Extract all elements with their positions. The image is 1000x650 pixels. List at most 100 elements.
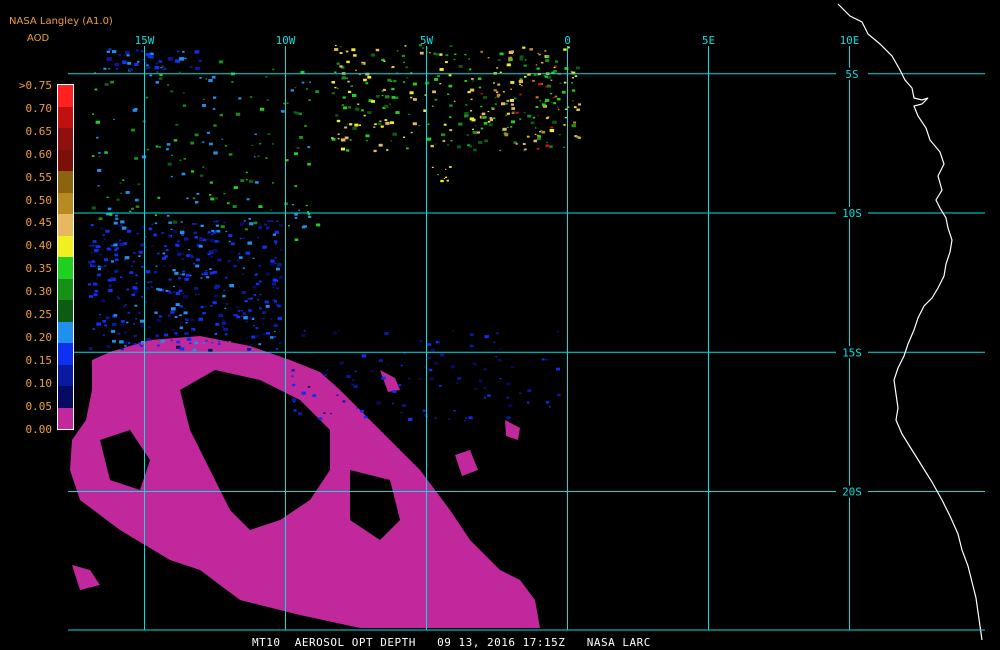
aerosol-pixel bbox=[155, 334, 160, 338]
aerosol-pixel bbox=[166, 143, 171, 146]
aerosol-pixel bbox=[181, 252, 184, 255]
aerosol-pixel bbox=[213, 151, 218, 155]
aerosol-pixel bbox=[112, 339, 116, 343]
aerosol-pixel bbox=[470, 333, 474, 336]
aerosol-pixel bbox=[221, 138, 224, 140]
aerosol-pixel bbox=[483, 387, 487, 390]
aerosol-pixel bbox=[148, 227, 153, 231]
aerosol-pixel bbox=[537, 137, 541, 141]
aerosol-pixel bbox=[277, 317, 283, 321]
aerosol-pixel bbox=[312, 394, 317, 397]
aerosol-pixel bbox=[391, 66, 394, 69]
aerosol-pixel bbox=[222, 326, 224, 328]
aerosol-pixel bbox=[238, 256, 243, 259]
aerosol-pixel bbox=[506, 396, 510, 399]
aerosol-pixel bbox=[468, 416, 473, 420]
longitude-label: 10W bbox=[276, 34, 296, 47]
aerosol-pixel bbox=[544, 101, 547, 103]
aerosol-pixel bbox=[443, 178, 446, 179]
aerosol-pixel bbox=[220, 225, 225, 229]
aerosol-pixel bbox=[294, 87, 297, 89]
aerosol-pixel bbox=[557, 393, 561, 397]
aerosol-pixel bbox=[393, 80, 397, 83]
legend-swatch bbox=[58, 149, 73, 171]
aerosol-pixel bbox=[262, 317, 265, 320]
aerosol-pixel bbox=[198, 244, 203, 248]
aerosol-pixel bbox=[246, 321, 248, 323]
legend-swatch bbox=[58, 171, 73, 193]
aerosol-pixel bbox=[210, 197, 215, 201]
aerosol-pixel bbox=[469, 344, 474, 348]
aerosol-pixel bbox=[294, 185, 298, 188]
aerosol-pixel bbox=[266, 99, 269, 101]
aerosol-pixel bbox=[90, 251, 93, 254]
aerosol-pixel bbox=[215, 224, 219, 227]
aerosol-pixel bbox=[179, 305, 183, 308]
aerosol-pixel bbox=[140, 243, 145, 247]
aerosol-pixel bbox=[184, 332, 189, 336]
aerosol-pixel bbox=[427, 356, 431, 359]
aerosol-pixel bbox=[140, 324, 145, 328]
aerosol-pixel bbox=[175, 123, 179, 126]
aerosol-pixel bbox=[108, 68, 111, 70]
aerosol-pixel bbox=[96, 322, 102, 326]
aerosol-pixel bbox=[549, 145, 553, 148]
aerosol-pixel bbox=[561, 90, 566, 94]
aerosol-pixel bbox=[496, 95, 500, 98]
aerosol-pixel bbox=[186, 337, 192, 341]
aerosol-pixel bbox=[520, 85, 523, 87]
aerosol-pixel bbox=[150, 56, 154, 59]
aerosol-pixel bbox=[179, 347, 185, 351]
legend-label: 0.50 bbox=[25, 193, 53, 207]
aerosol-pixel bbox=[539, 100, 542, 102]
aerosol-pixel bbox=[458, 65, 463, 68]
aerosol-pixel bbox=[442, 140, 446, 142]
aerosol-pixel bbox=[157, 344, 160, 347]
aerosol-pixel bbox=[326, 369, 329, 371]
aerosol-pixel bbox=[170, 90, 174, 93]
aerosol-pixel bbox=[253, 156, 256, 158]
aerosol-pixel bbox=[307, 211, 309, 213]
aerosol-pixel bbox=[209, 271, 214, 275]
aerosol-pixel bbox=[499, 347, 502, 350]
aerosol-pixel bbox=[474, 364, 477, 366]
aerosol-pixel bbox=[167, 162, 172, 166]
aerosol-pixel bbox=[458, 122, 463, 126]
aerosol-pixel bbox=[483, 96, 487, 99]
aerosol-pixel bbox=[576, 108, 580, 111]
aerosol-pixel bbox=[270, 262, 274, 266]
aerosol-pixel bbox=[506, 112, 510, 115]
aerosol-pixel bbox=[284, 202, 288, 205]
aerosol-pixel bbox=[434, 78, 439, 81]
aerosol-pixel bbox=[114, 63, 120, 67]
aerosol-pixel bbox=[183, 307, 186, 310]
aerosol-pixel bbox=[172, 229, 178, 234]
legend-swatch bbox=[58, 321, 73, 343]
aerosol-pixel bbox=[383, 60, 386, 62]
aerosol-pixel bbox=[439, 83, 442, 85]
aerosol-pixel bbox=[470, 98, 473, 101]
aerosol-pixel bbox=[375, 95, 380, 98]
aerosol-pixel bbox=[212, 301, 217, 305]
aerosol-pixel bbox=[129, 271, 134, 274]
aerosol-pixel bbox=[510, 126, 513, 128]
aerosol-pixel bbox=[430, 348, 435, 352]
aerosol-pixel bbox=[346, 77, 348, 79]
aerosol-pixel bbox=[352, 126, 357, 130]
aerosol-pixel bbox=[510, 88, 512, 90]
aerosol-pixel bbox=[202, 98, 205, 100]
aerosol-pixel bbox=[176, 240, 180, 243]
aerosol-pixel bbox=[183, 311, 188, 315]
aerosol-pixel bbox=[541, 358, 545, 361]
aerosol-pixel bbox=[183, 295, 188, 299]
aerosol-pixel bbox=[336, 62, 340, 65]
aerosol-pixel bbox=[533, 139, 538, 143]
aerosol-pixel bbox=[480, 127, 484, 130]
aerosol-pixel bbox=[91, 206, 96, 210]
aerosol-pixel bbox=[231, 81, 234, 83]
aerosol-pixel bbox=[487, 394, 491, 397]
aerosol-pixel bbox=[481, 112, 486, 116]
aerosol-pixel bbox=[134, 304, 138, 307]
aerosol-pixel bbox=[422, 409, 426, 412]
aerosol-pixel bbox=[519, 83, 521, 86]
